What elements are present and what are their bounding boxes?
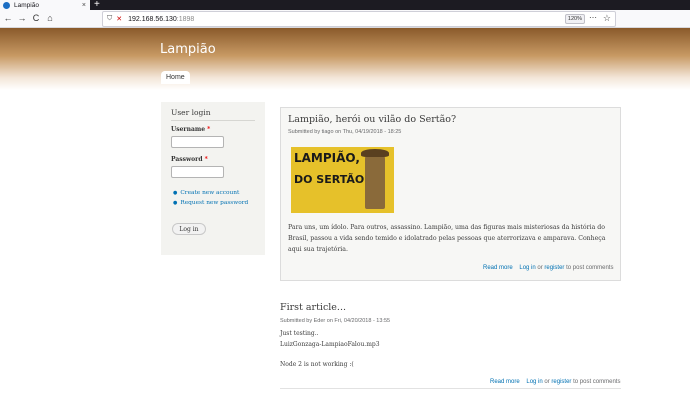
user-login-block: User login Username * Password * ● Create… <box>161 102 265 255</box>
read-more-link[interactable]: Read more <box>483 265 513 271</box>
new-tab-button[interactable]: + <box>94 0 100 10</box>
first-article-meta: Submitted by Eder on Fri, 04/20/2018 - 1… <box>280 318 391 324</box>
log-in-link-2[interactable]: Log in <box>526 379 542 385</box>
tab-title: Lampião <box>14 1 39 9</box>
navigation-toolbar: ← → C ⌂ ⛉ ✕ 192.168.56.130:1898 120% ⋯ ☆ <box>0 10 690 28</box>
article-links: Read more Log in or register to post com… <box>483 265 614 271</box>
login-block-title: User login <box>171 108 211 117</box>
log-in-button[interactable]: Log in <box>172 223 206 235</box>
password-field[interactable] <box>171 166 224 178</box>
site-name-link[interactable]: Lampião <box>160 42 216 57</box>
shield-icon[interactable]: ⛉ <box>107 15 112 23</box>
username-field[interactable] <box>171 136 224 148</box>
forward-arrow-icon[interactable]: → <box>16 12 28 24</box>
address-bar[interactable]: ⛉ ✕ 192.168.56.130:1898 120% ⋯ ☆ <box>102 11 616 27</box>
site-header: Lampião Home <box>0 28 690 90</box>
image-caption-bottom: DO SERTÃO <box>294 173 365 186</box>
drupal-favicon-icon <box>3 1 10 9</box>
register-link[interactable]: register <box>544 265 564 271</box>
log-in-link[interactable]: Log in <box>519 265 535 271</box>
article-body: Para uns, um ídolo. Para outros, assassi… <box>288 224 606 253</box>
first-article-links: Read more Log in or register to post com… <box>490 379 621 385</box>
article-title-link[interactable]: Lampião, herói ou vilão do Sertão? <box>288 114 456 125</box>
url-text[interactable]: 192.168.56.130:1898 <box>128 16 194 23</box>
nav-home-tab[interactable]: Home <box>161 71 190 84</box>
reload-icon[interactable]: C <box>30 12 42 24</box>
create-account-link[interactable]: ● Create new account <box>173 190 239 196</box>
article-lampiao: Lampião, herói ou vilão do Sertão? Submi… <box>280 107 621 281</box>
bookmark-star-icon[interactable]: ☆ <box>603 13 611 24</box>
first-article-line2: LuizGonzaga-LampiaoFalou.mp3 <box>280 341 380 348</box>
page-actions-icon[interactable]: ⋯ <box>589 13 597 22</box>
cangaceiro-figure <box>365 151 385 209</box>
article-divider <box>280 388 621 389</box>
password-label: Password * <box>171 156 208 163</box>
request-password-link[interactable]: ● Request new password <box>173 200 248 206</box>
home-icon[interactable]: ⌂ <box>44 12 56 24</box>
title-divider <box>171 120 255 121</box>
cangaceiro-hat <box>361 149 389 157</box>
username-label: Username * <box>171 126 211 133</box>
zoom-level-badge[interactable]: 120% <box>564 14 585 24</box>
read-more-link-2[interactable]: Read more <box>490 379 520 385</box>
insecure-lock-icon[interactable]: ✕ <box>116 15 122 23</box>
article-image: LAMPIÃO, DO SERTÃO <box>291 147 394 213</box>
register-link-2[interactable]: register <box>551 379 571 385</box>
page-content: Lampião Home User login Username * Passw… <box>0 28 690 397</box>
first-article-title-link[interactable]: First article... <box>280 302 346 313</box>
close-tab-icon[interactable]: × <box>82 2 86 9</box>
tab-strip: Lampião × + <box>0 0 690 10</box>
article-meta: Submitted by tiago on Thu, 04/19/2018 - … <box>288 129 402 135</box>
first-article-line1: Just testing.. <box>280 330 319 337</box>
image-caption-top: LAMPIÃO, <box>294 151 360 165</box>
first-article-line3: Node 2 is not working :( <box>280 361 354 368</box>
back-arrow-icon[interactable]: ← <box>2 12 14 24</box>
browser-tab[interactable]: Lampião × <box>0 0 90 10</box>
